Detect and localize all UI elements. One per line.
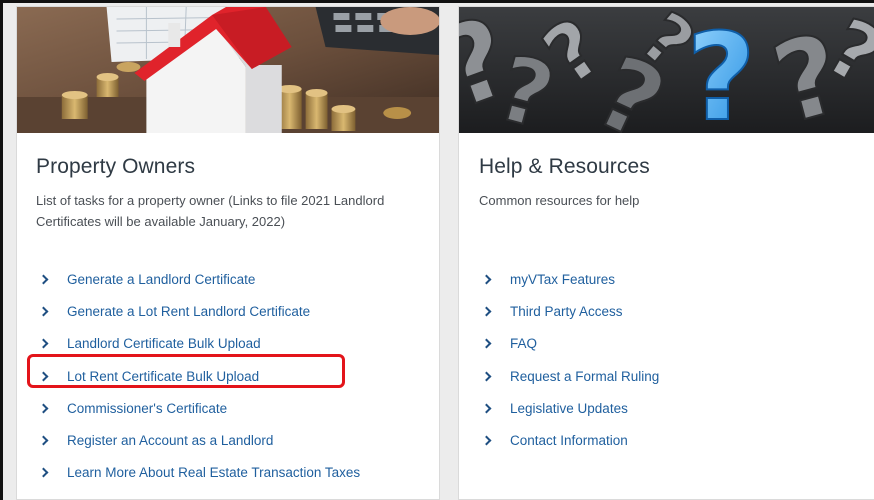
link-landlord-certificate-bulk-upload[interactable]: Landlord Certificate Bulk Upload [38, 328, 360, 360]
link-label: Generate a Lot Rent Landlord Certificate [67, 303, 311, 319]
chevron-right-icon [481, 306, 492, 317]
property-owners-hero-image [17, 7, 439, 133]
link-label: FAQ [510, 336, 538, 352]
chevron-right-icon [481, 371, 492, 381]
link-label: Contact Information [510, 433, 628, 449]
chevron-right-icon [481, 338, 492, 349]
chevron-right-icon [38, 467, 49, 478]
link-register-account-landlord[interactable]: Register an Account as a Landlord [38, 424, 360, 456]
link-label: Register an Account as a Landlord [67, 433, 274, 449]
chevron-right-icon [38, 403, 49, 414]
link-legislative-updates[interactable]: Legislative Updates [481, 392, 659, 424]
link-label: Commissioner's Certificate [67, 400, 228, 416]
link-faq[interactable]: FAQ [481, 328, 659, 360]
chevron-right-icon [38, 274, 49, 285]
link-label: Third Party Access [510, 303, 623, 319]
house-and-coins-illustration [17, 7, 439, 133]
link-label: Lot Rent Certificate Bulk Upload [67, 368, 260, 384]
link-third-party-access[interactable]: Third Party Access [481, 295, 659, 327]
link-contact-information[interactable]: Contact Information [481, 424, 659, 456]
property-owners-card: Property Owners List of tasks for a prop… [16, 6, 440, 500]
help-resources-hero-image: ? ? ? ? ? ? ? ? [459, 7, 874, 133]
link-generate-lot-rent-landlord-certificate[interactable]: Generate a Lot Rent Landlord Certificate [38, 295, 360, 327]
link-label: Request a Formal Ruling [510, 368, 660, 384]
chevron-right-icon [38, 435, 49, 446]
chevron-right-icon [38, 371, 49, 381]
chevron-right-icon [481, 274, 492, 285]
help-resources-description: Common resources for help [479, 193, 640, 208]
link-label: myVTax Features [510, 271, 616, 287]
question-marks-illustration: ? ? ? ? ? ? ? ? [459, 7, 874, 133]
help-resources-link-list: myVTax Features Third Party Access FAQ R… [481, 263, 659, 457]
chevron-right-icon [481, 435, 492, 446]
link-label: Landlord Certificate Bulk Upload [67, 336, 261, 352]
svg-text:?: ? [686, 9, 755, 133]
help-resources-title: Help & Resources [479, 155, 650, 178]
property-owners-title: Property Owners [36, 155, 196, 178]
help-resources-card: ? ? ? ? ? ? ? ? Help & Resources Common … [458, 6, 874, 500]
link-label: Generate a Landlord Certificate [67, 271, 256, 287]
link-commissioners-certificate[interactable]: Commissioner's Certificate [38, 392, 360, 424]
link-label: Legislative Updates [510, 400, 628, 416]
chevron-right-icon [481, 403, 492, 414]
link-myvtax-features[interactable]: myVTax Features [481, 263, 659, 295]
link-learn-more-real-estate-taxes[interactable]: Learn More About Real Estate Transaction… [38, 457, 360, 489]
property-owners-description: List of tasks for a property owner (Link… [36, 193, 385, 229]
chevron-right-icon [38, 306, 49, 317]
link-lot-rent-certificate-bulk-upload[interactable]: Lot Rent Certificate Bulk Upload [38, 360, 360, 392]
link-generate-landlord-certificate[interactable]: Generate a Landlord Certificate [38, 263, 360, 295]
link-request-formal-ruling[interactable]: Request a Formal Ruling [481, 360, 659, 392]
link-label: Learn More About Real Estate Transaction… [67, 465, 361, 481]
property-owners-link-list: Generate a Landlord Certificate Generate… [38, 263, 360, 489]
chevron-right-icon [38, 338, 49, 349]
